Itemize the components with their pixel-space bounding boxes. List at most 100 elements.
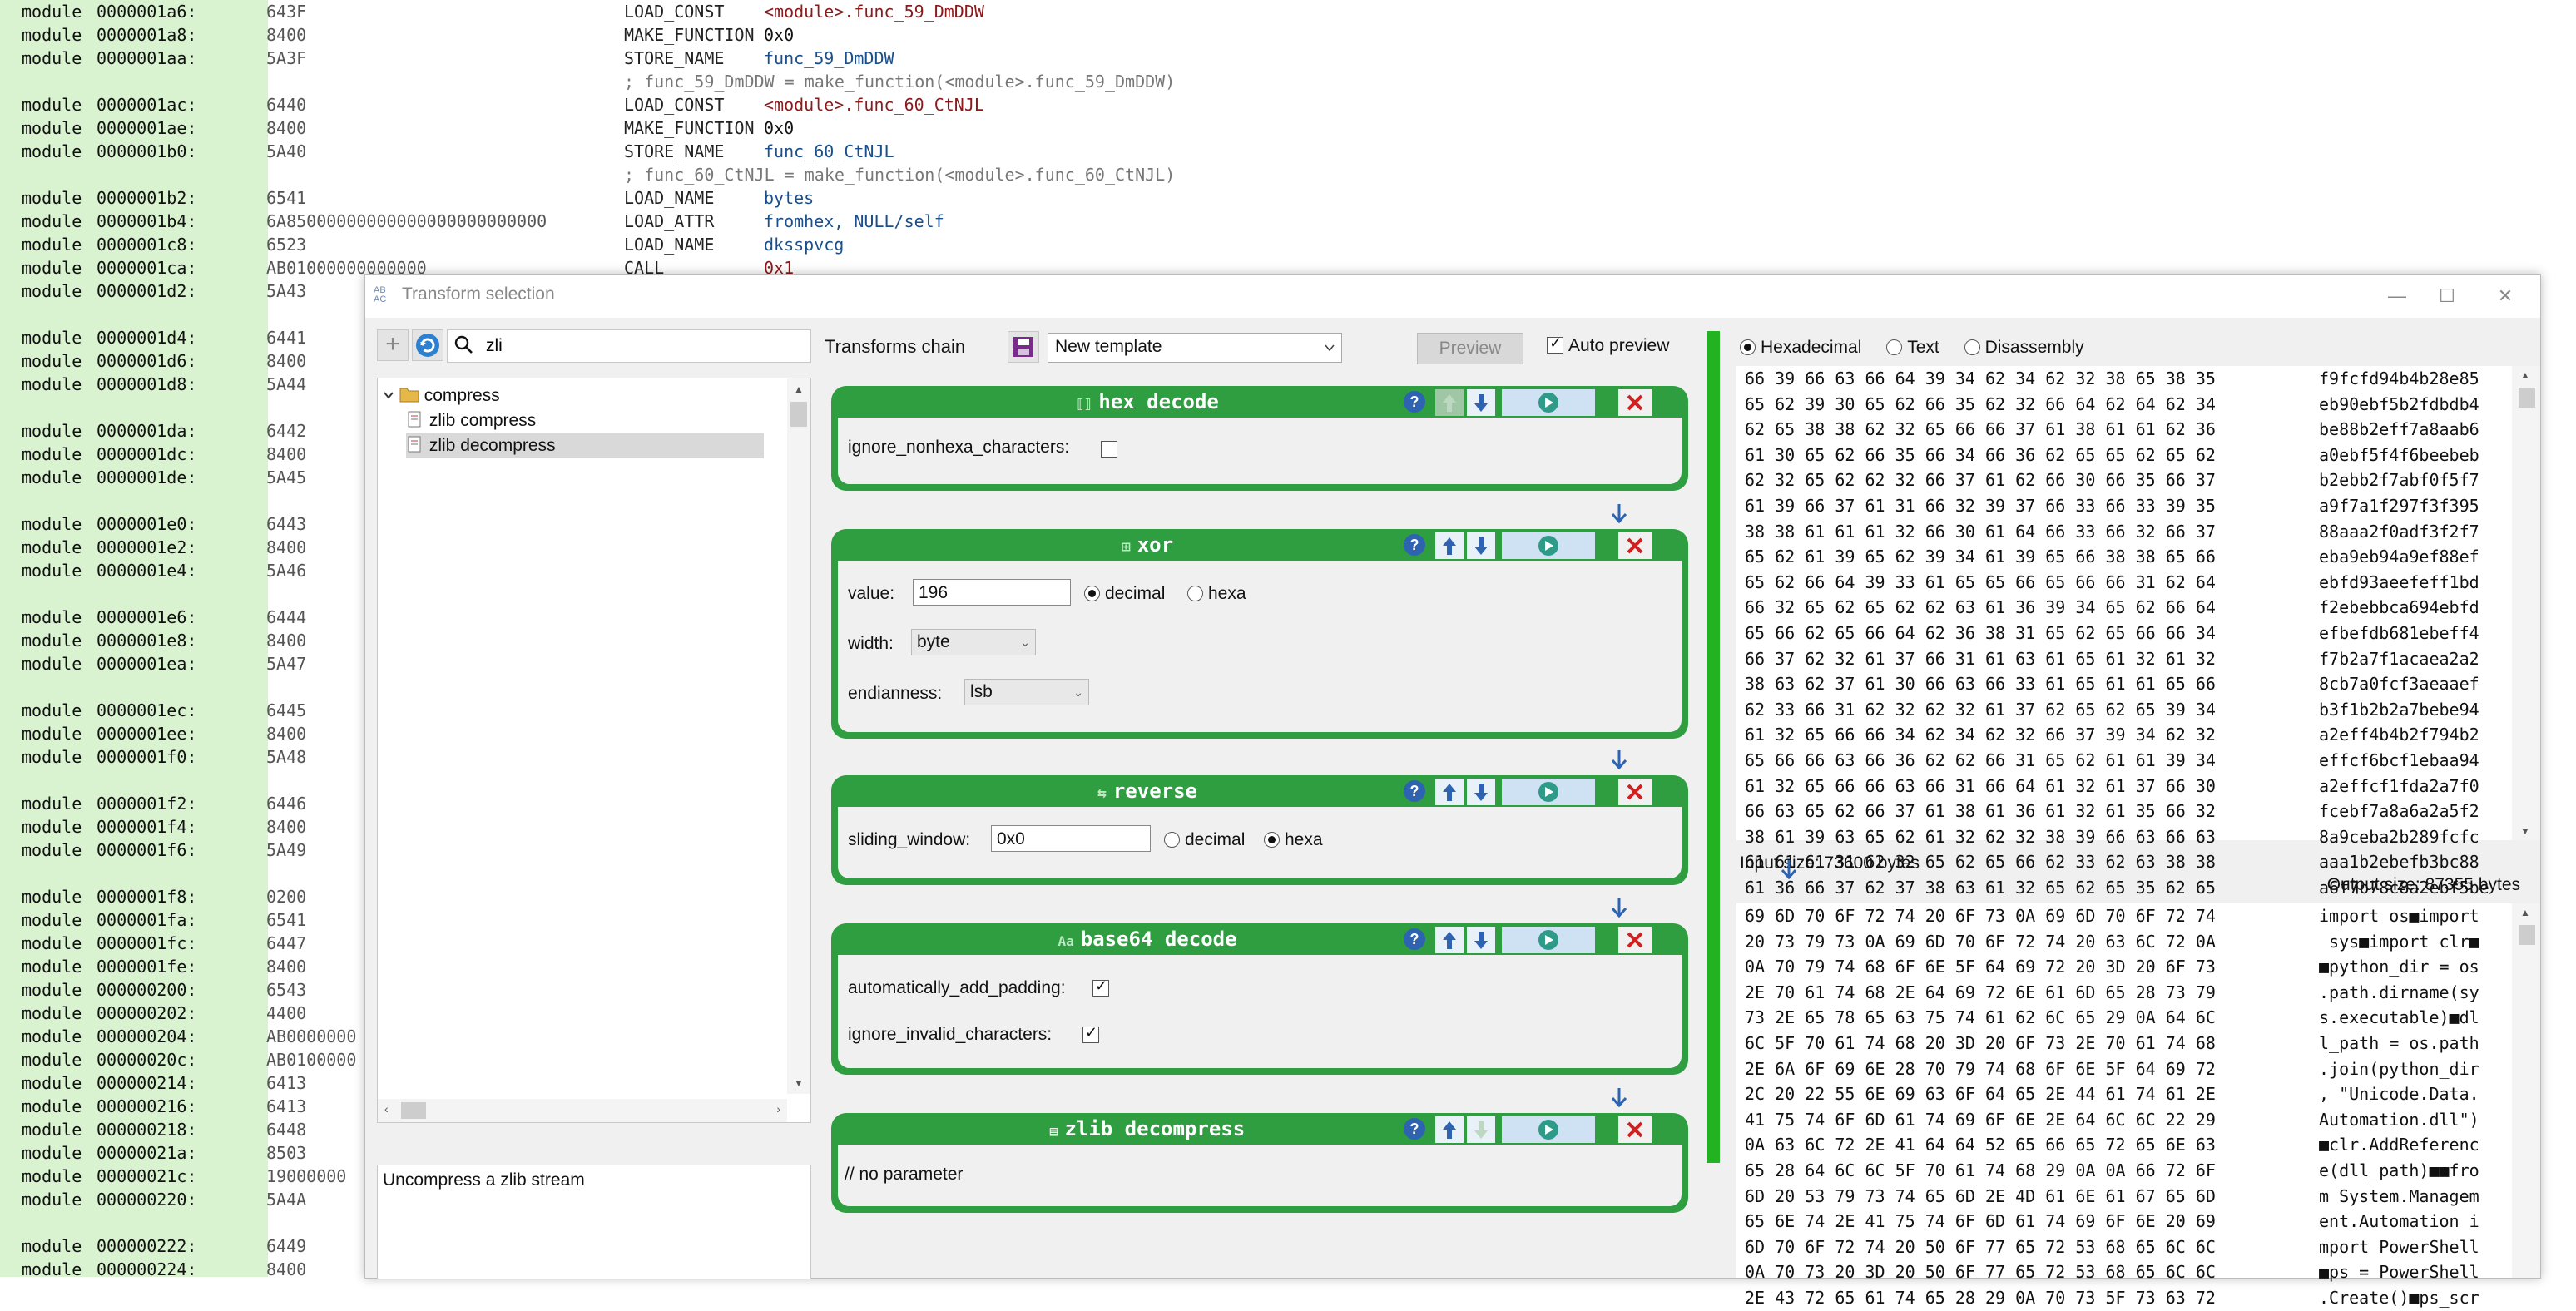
template-select[interactable]: New template bbox=[1048, 333, 1342, 363]
operand: func_60_CtNJL bbox=[764, 141, 894, 161]
tree-folder-compress[interactable]: compress bbox=[383, 383, 500, 408]
save-template-button[interactable] bbox=[1008, 331, 1039, 363]
xor-width-select[interactable]: byte ⌄ bbox=[911, 629, 1036, 656]
reverse-decimal-radio[interactable]: decimal bbox=[1164, 830, 1245, 850]
remove-transform-button[interactable] bbox=[1618, 532, 1652, 559]
radio-dot[interactable] bbox=[1084, 586, 1100, 601]
play-icon bbox=[1538, 393, 1558, 413]
scroll-thumb[interactable] bbox=[401, 1102, 426, 1119]
ignore-nonhexa-checkbox[interactable] bbox=[1101, 441, 1117, 458]
xor-value-input[interactable]: 196 bbox=[913, 579, 1071, 606]
move-down-button[interactable] bbox=[1467, 389, 1495, 416]
radio-dot[interactable] bbox=[1264, 832, 1280, 848]
run-button[interactable] bbox=[1502, 927, 1595, 953]
search-input[interactable] bbox=[484, 334, 804, 359]
help-icon[interactable]: ? bbox=[1404, 1118, 1425, 1140]
help-icon[interactable]: ? bbox=[1404, 928, 1425, 950]
close-button[interactable]: ✕ bbox=[2480, 280, 2530, 313]
move-up-button[interactable] bbox=[1435, 779, 1464, 805]
help-icon[interactable]: ? bbox=[1404, 780, 1425, 802]
xor-endianness-select[interactable]: lsb ⌄ bbox=[964, 679, 1089, 705]
close-icon bbox=[1627, 394, 1643, 411]
segment-name: module bbox=[22, 980, 82, 1000]
move-up-button[interactable] bbox=[1435, 532, 1464, 559]
mnemonic: LOAD_CONST bbox=[624, 95, 725, 115]
hex-line: 20 73 79 73 0A 69 6D 70 6F 72 74 20 63 6… bbox=[1745, 931, 2216, 952]
output-hex-bytes: 69 6D 70 6F 72 74 20 6F 73 0A 69 6D 70 6… bbox=[1745, 903, 2216, 1311]
instruction-address: 0000001ec: bbox=[97, 700, 197, 720]
radio-dot[interactable] bbox=[1740, 339, 1756, 355]
transform-search-box[interactable] bbox=[447, 329, 811, 363]
scroll-thumb[interactable] bbox=[790, 402, 807, 427]
mode-disassembly-radio[interactable]: Disassembly bbox=[1964, 338, 2084, 357]
move-up-button[interactable] bbox=[1435, 1116, 1464, 1143]
add-padding-checkbox[interactable] bbox=[1092, 977, 1109, 997]
folder-icon bbox=[399, 388, 419, 403]
sliding-window-input[interactable]: 0x0 bbox=[991, 825, 1151, 852]
transform-app-icon: AB AC bbox=[374, 285, 387, 304]
input-vertical-scrollbar[interactable]: ▲ ▼ bbox=[2512, 366, 2540, 840]
radio-dot[interactable] bbox=[1886, 339, 1903, 355]
remove-transform-button[interactable] bbox=[1618, 927, 1652, 953]
hex-line: 65 62 39 30 65 62 66 35 62 32 66 64 62 6… bbox=[1745, 393, 2216, 414]
scroll-thumb[interactable] bbox=[2519, 925, 2535, 945]
xor-decimal-radio[interactable]: decimal bbox=[1084, 584, 1165, 604]
radio-dot[interactable] bbox=[1187, 586, 1203, 601]
move-down-button[interactable] bbox=[1467, 779, 1495, 805]
opcode-bytes: 6A85000000000000000000000000 bbox=[266, 211, 547, 231]
tree-horizontal-scrollbar[interactable]: ‹ › bbox=[378, 1099, 787, 1122]
mode-text-radio[interactable]: Text bbox=[1886, 338, 1939, 357]
hex-line: 38 61 39 63 65 62 61 32 62 32 38 39 66 6… bbox=[1745, 826, 2216, 847]
maximize-button[interactable]: ☐ bbox=[2422, 280, 2472, 313]
tree-item-zlib-decompress[interactable]: zlib decompress bbox=[406, 433, 764, 458]
remove-transform-button[interactable] bbox=[1618, 1116, 1652, 1143]
segment-name: module bbox=[22, 514, 82, 534]
tree-vertical-scrollbar[interactable]: ▲ ▼ bbox=[787, 378, 810, 1094]
card-body: // no parameter bbox=[838, 1145, 1682, 1206]
move-up-button[interactable] bbox=[1435, 927, 1464, 953]
reverse-hexa-radio[interactable]: hexa bbox=[1264, 830, 1323, 850]
move-down-button[interactable] bbox=[1467, 927, 1495, 953]
segment-name: module bbox=[22, 328, 82, 348]
move-down-button[interactable] bbox=[1467, 1116, 1495, 1143]
close-icon bbox=[1627, 932, 1643, 948]
input-hex-view[interactable]: 66 39 66 63 66 64 39 34 62 34 62 32 38 6… bbox=[1736, 366, 2540, 898]
preview-button[interactable]: Preview bbox=[1417, 333, 1523, 364]
move-up-button[interactable] bbox=[1435, 389, 1464, 416]
operand: <module>.func_60_CtNJL bbox=[764, 95, 984, 115]
tree-item-zlib-compress[interactable]: zlib compress bbox=[406, 408, 536, 433]
remove-transform-button[interactable] bbox=[1618, 389, 1652, 416]
opcode-bytes: 19000000 bbox=[266, 1166, 347, 1186]
mnemonic: LOAD_CONST bbox=[624, 2, 725, 22]
hex-line: 6D 70 6F 72 74 20 50 6F 77 65 72 53 68 6… bbox=[1745, 1236, 2216, 1257]
run-button[interactable] bbox=[1502, 389, 1595, 416]
move-down-button[interactable] bbox=[1467, 532, 1495, 559]
checkbox-box[interactable] bbox=[1547, 334, 1563, 354]
scroll-thumb[interactable] bbox=[2519, 388, 2535, 408]
close-icon bbox=[1627, 537, 1643, 554]
output-vertical-scrollbar[interactable]: ▲ bbox=[2512, 903, 2540, 1278]
param-label: endianness: bbox=[848, 684, 943, 703]
auto-preview-checkbox[interactable]: Auto preview bbox=[1547, 334, 1669, 356]
output-hex-view[interactable]: 69 6D 70 6F 72 74 20 6F 73 0A 69 6D 70 6… bbox=[1736, 903, 2540, 1308]
mode-hexadecimal-radio[interactable]: Hexadecimal bbox=[1740, 338, 1861, 357]
radio-dot[interactable] bbox=[1164, 832, 1180, 848]
save-icon bbox=[1013, 337, 1033, 357]
ascii-line: effcf6bcf1ebaa94 bbox=[2319, 749, 2479, 770]
run-button[interactable] bbox=[1502, 779, 1595, 805]
radio-dot[interactable] bbox=[1964, 339, 1980, 355]
help-icon[interactable]: ? bbox=[1404, 391, 1425, 413]
hex-line: 66 63 65 62 66 37 61 38 61 36 61 32 61 3… bbox=[1745, 801, 2216, 822]
ignore-invalid-checkbox[interactable] bbox=[1082, 1024, 1099, 1043]
minimize-button[interactable]: — bbox=[2372, 280, 2422, 313]
remove-transform-button[interactable] bbox=[1618, 779, 1652, 805]
xor-hexa-radio[interactable]: hexa bbox=[1187, 584, 1246, 604]
chain-arrow-icon bbox=[1611, 1088, 1627, 1108]
instruction-address: 000000200: bbox=[97, 980, 197, 1000]
help-icon[interactable]: ? bbox=[1404, 534, 1425, 556]
run-button[interactable] bbox=[1502, 1116, 1595, 1143]
run-button[interactable] bbox=[1502, 532, 1595, 559]
ascii-line: aaa1b2ebefb3bc88 bbox=[2319, 852, 2479, 873]
refresh-button[interactable] bbox=[412, 329, 443, 361]
add-transform-button[interactable]: + bbox=[377, 329, 409, 361]
